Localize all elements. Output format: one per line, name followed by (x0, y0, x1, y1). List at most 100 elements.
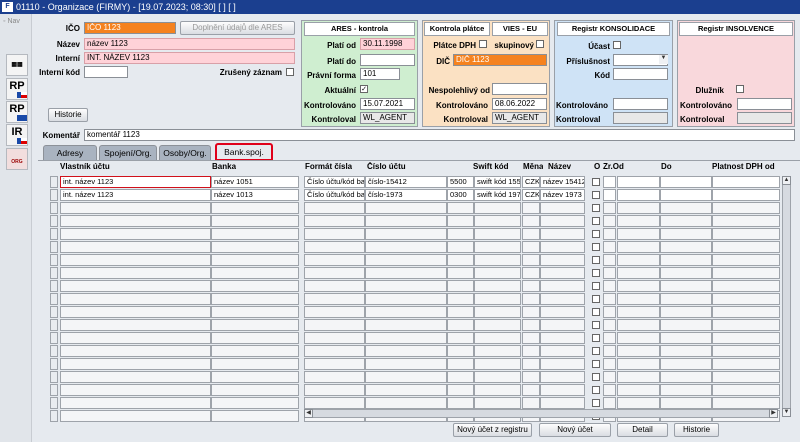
grid-cell[interactable] (540, 306, 585, 318)
historie-button[interactable]: Historie (674, 423, 719, 437)
grid-cell[interactable] (660, 215, 712, 227)
grid-cell[interactable] (660, 319, 712, 331)
grid-cell[interactable] (60, 241, 211, 253)
row-checkbox[interactable] (592, 256, 600, 264)
grid-cell[interactable] (712, 332, 780, 344)
grid-cell[interactable] (474, 202, 521, 214)
grid-cell[interactable] (365, 397, 447, 409)
grid-cell[interactable] (603, 176, 616, 188)
grid-cell[interactable] (660, 332, 712, 344)
grid-cell[interactable] (474, 267, 521, 279)
grid-cell[interactable] (522, 202, 540, 214)
grid-cell[interactable] (447, 241, 474, 253)
vertical-scrollbar[interactable] (782, 176, 791, 417)
ares-fill-button[interactable]: Doplnění údajů dle ARES (180, 21, 295, 35)
grid-cell[interactable] (365, 345, 447, 357)
grid-cell[interactable] (712, 358, 780, 370)
grid-cell[interactable] (447, 371, 474, 383)
rp-eu-button[interactable]: RP (6, 101, 28, 123)
column-header[interactable]: Číslo účtu (367, 162, 406, 171)
grid-cell[interactable] (617, 202, 660, 214)
grid-cell[interactable] (474, 371, 521, 383)
grid-cell[interactable] (522, 228, 540, 240)
grid-cell[interactable] (540, 332, 585, 344)
grid-cell[interactable] (211, 228, 299, 240)
grid-cell[interactable] (474, 215, 521, 227)
grid-cell[interactable]: CZK (522, 176, 540, 188)
grid-cell[interactable] (304, 293, 365, 305)
grid-cell[interactable] (474, 358, 521, 370)
ir-button[interactable]: IR (6, 124, 28, 146)
grid-cell[interactable] (211, 215, 299, 227)
calendar-icon[interactable]: ▦▦ (6, 54, 28, 76)
kod-field[interactable] (613, 68, 668, 80)
grid-cell[interactable]: název 1051 (211, 176, 299, 188)
grid-cell[interactable] (603, 202, 616, 214)
grid-cell[interactable] (603, 254, 616, 266)
column-header[interactable]: Swift kód (473, 162, 509, 171)
ares-kontrolovano-field[interactable]: 15.07.2021 (360, 98, 415, 110)
grid-cell[interactable] (660, 254, 712, 266)
grid-cell[interactable] (603, 306, 616, 318)
column-header[interactable]: Vlastník účtu (60, 162, 110, 171)
grid-cell[interactable] (617, 358, 660, 370)
grid-cell[interactable] (522, 306, 540, 318)
grid-cell[interactable] (304, 280, 365, 292)
grid-cell[interactable] (617, 397, 660, 409)
rp-cz-button[interactable]: RP (6, 78, 28, 100)
grid-cell[interactable] (522, 371, 540, 383)
row-selector[interactable] (50, 306, 58, 318)
dic-field[interactable]: DIČ 1123 (453, 54, 547, 66)
grid-cell[interactable] (617, 319, 660, 331)
grid-cell[interactable] (712, 280, 780, 292)
grid-cell[interactable] (540, 319, 585, 331)
row-checkbox[interactable] (592, 282, 600, 290)
grid-cell[interactable]: Číslo účtu/kód banky (304, 189, 365, 201)
grid-cell[interactable] (617, 293, 660, 305)
grid-cell[interactable] (660, 202, 712, 214)
grid-cell[interactable] (60, 371, 211, 383)
grid-cell[interactable] (603, 189, 616, 201)
tab-bank-spojeni[interactable]: Bank.spoj. (215, 143, 273, 161)
row-checkbox[interactable] (592, 243, 600, 251)
grid-cell[interactable] (211, 371, 299, 383)
grid-cell[interactable] (60, 345, 211, 357)
grid-cell[interactable] (617, 228, 660, 240)
grid-cell[interactable] (540, 371, 585, 383)
platce-dph-checkbox[interactable] (479, 40, 487, 48)
grid-cell[interactable] (304, 215, 365, 227)
grid-cell[interactable] (660, 397, 712, 409)
grid-cell[interactable] (447, 384, 474, 396)
insolvence-kontrolovano-field[interactable] (737, 98, 792, 110)
plati-do-field[interactable] (360, 54, 415, 66)
grid-cell[interactable] (660, 345, 712, 357)
horizontal-scrollbar[interactable] (304, 409, 778, 418)
row-selector[interactable] (50, 176, 58, 188)
grid-cell[interactable] (603, 345, 616, 357)
grid-cell[interactable] (617, 254, 660, 266)
row-selector[interactable] (50, 358, 58, 370)
new-account-button[interactable]: Nový účet (539, 423, 611, 437)
row-checkbox[interactable] (592, 334, 600, 342)
grid-cell[interactable] (60, 397, 211, 409)
grid-cell[interactable] (211, 397, 299, 409)
grid-cell[interactable] (603, 371, 616, 383)
column-header[interactable]: O (594, 162, 600, 171)
grid-cell[interactable] (447, 293, 474, 305)
grid-cell[interactable] (540, 215, 585, 227)
grid-cell[interactable] (365, 267, 447, 279)
grid-cell[interactable] (365, 228, 447, 240)
row-selector[interactable] (50, 267, 58, 279)
grid-cell[interactable] (522, 319, 540, 331)
grid-cell[interactable] (712, 228, 780, 240)
grid-cell[interactable] (603, 293, 616, 305)
grid-cell[interactable] (211, 267, 299, 279)
grid-cell[interactable] (474, 332, 521, 344)
row-checkbox[interactable] (592, 191, 600, 199)
grid-cell[interactable] (712, 254, 780, 266)
grid-cell[interactable] (447, 358, 474, 370)
grid-cell[interactable]: swift kód 1973 (474, 189, 521, 201)
grid-cell[interactable] (522, 358, 540, 370)
grid-cell[interactable] (540, 241, 585, 253)
row-checkbox[interactable] (592, 308, 600, 316)
